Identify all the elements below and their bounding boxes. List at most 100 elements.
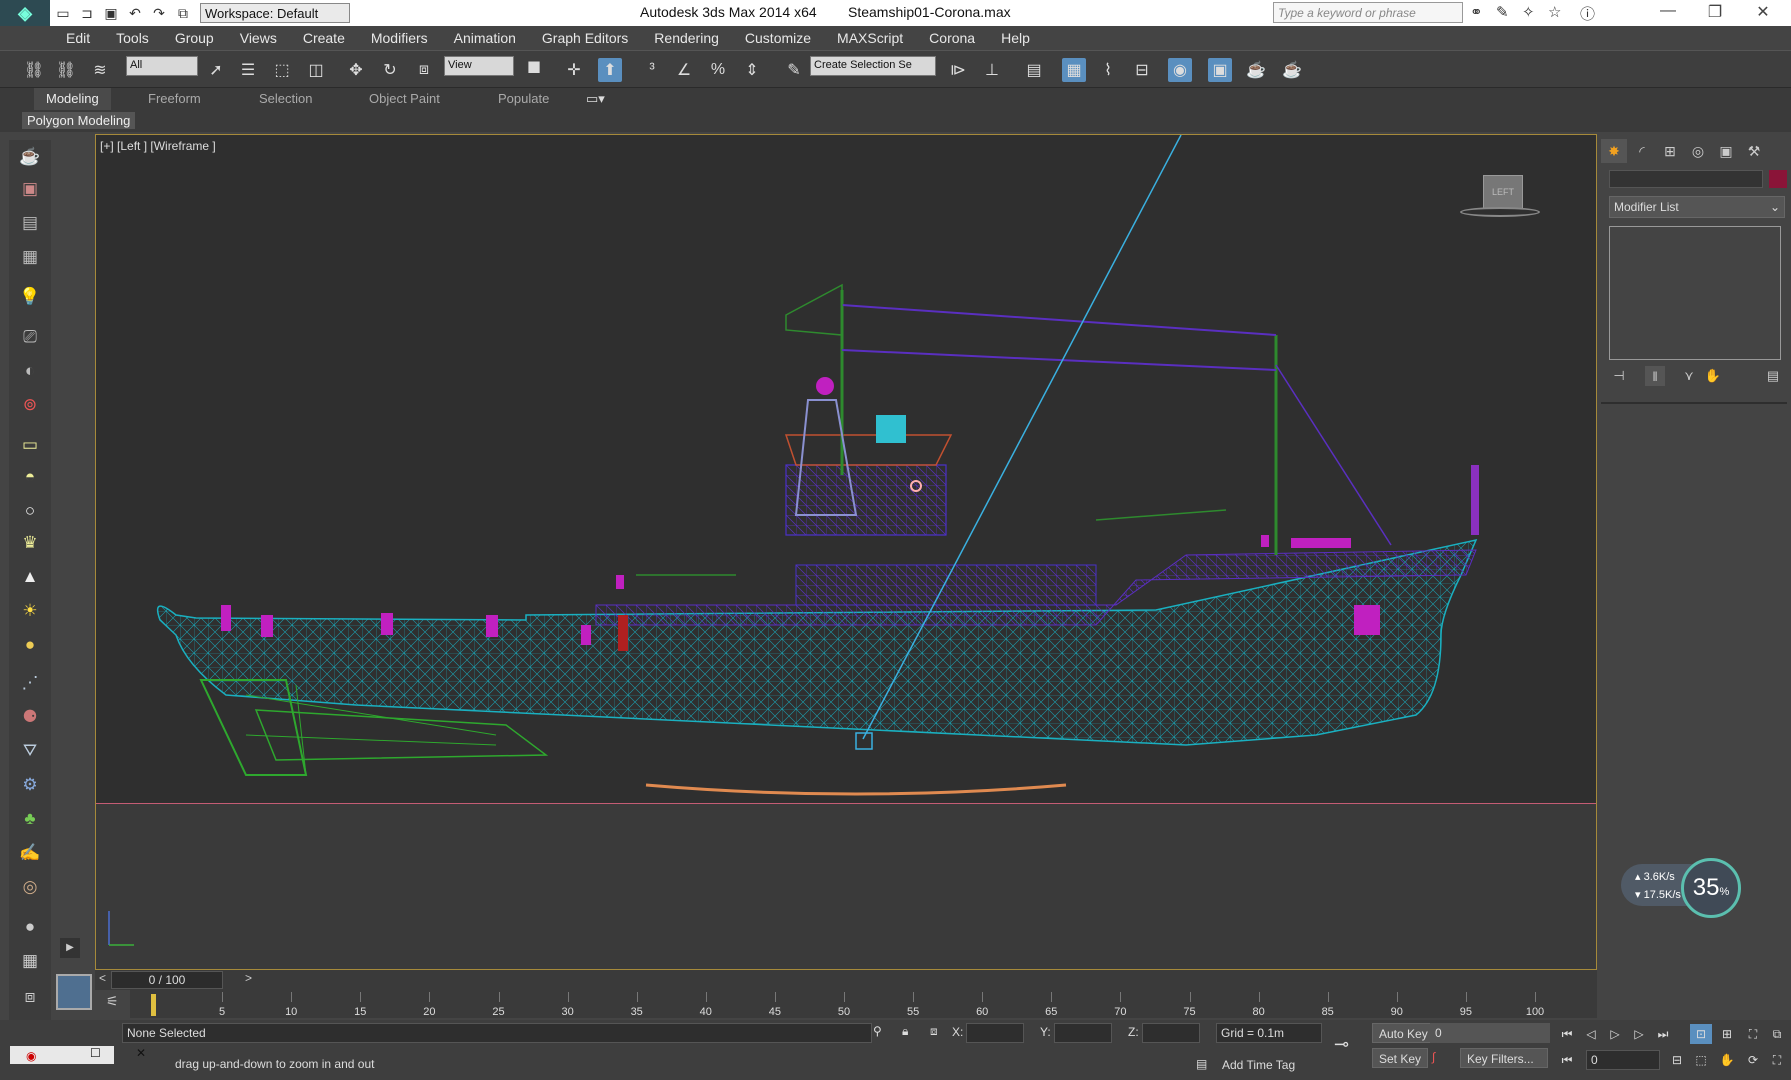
binoculars-icon[interactable]: ⚭ [1470, 3, 1483, 21]
maximize-button[interactable]: ❐ [1700, 2, 1730, 24]
save-icon[interactable]: ▣ [100, 3, 122, 23]
menu-create[interactable]: Create [303, 30, 345, 46]
orbit-icon[interactable]: ⟳ [1742, 1050, 1764, 1070]
play-icon[interactable]: ▷ [1604, 1024, 1626, 1044]
redo-icon[interactable]: ↷ [148, 3, 170, 23]
viewport[interactable]: [+] [Left ] [Wireframe ] LEFT [95, 134, 1597, 970]
maximize-viewport-icon[interactable]: ⛶ [1742, 1024, 1764, 1044]
auto-key-button[interactable]: Auto Key [1372, 1023, 1435, 1043]
close-button[interactable]: ✕ [1748, 2, 1778, 24]
material-ball-icon[interactable]: ● [17, 914, 43, 940]
window-crossing-icon[interactable]: ◫ [304, 58, 328, 82]
time-slider[interactable]: < 0 / 100 > [95, 970, 1597, 990]
viewcube-compass-ring[interactable] [1460, 207, 1540, 217]
light-icon[interactable]: 💡 [17, 284, 43, 310]
list-icon[interactable]: ▤ [17, 210, 43, 236]
gear-icon[interactable]: ⚙ [17, 772, 43, 798]
sphere-light-icon[interactable]: ○ [17, 498, 43, 524]
modifier-stack[interactable] [1609, 226, 1781, 360]
menu-animation[interactable]: Animation [454, 30, 516, 46]
go-to-end-icon[interactable]: ⏭ [1652, 1024, 1674, 1044]
menu-help[interactable]: Help [1001, 30, 1030, 46]
edit-named-selection-icon[interactable]: ✎ [782, 58, 806, 82]
motion-tab-icon[interactable]: ◎ [1685, 139, 1711, 163]
key-filters-button[interactable]: Key Filters... [1460, 1048, 1548, 1068]
subscription-icon[interactable]: ✎ [1496, 3, 1509, 21]
ribbon-options-icon[interactable]: ▭▾ [586, 91, 605, 107]
select-by-name-icon[interactable]: ☰ [236, 58, 260, 82]
isolate-icon[interactable]: ⚲ [873, 1024, 882, 1038]
maximize-toggle-icon[interactable]: ⛶ [1766, 1050, 1788, 1070]
app-logo-icon[interactable]: ◈ [0, 0, 50, 26]
menu-edit[interactable]: Edit [66, 30, 90, 46]
spinner-snap-icon[interactable]: ⇕ [740, 58, 764, 82]
key-mode-dropdown[interactable]: 0 [1430, 1023, 1550, 1043]
menu-customize[interactable]: Customize [745, 30, 811, 46]
scene-explorer-icon[interactable]: ▦ [1062, 58, 1086, 82]
bind-space-warp-icon[interactable]: ≋ [88, 58, 112, 82]
communication-icon[interactable]: ✧ [1522, 3, 1535, 21]
create-tab-icon[interactable]: ✸ [1601, 139, 1627, 163]
dome-light-icon[interactable]: ◓ [17, 464, 43, 490]
time-tag-icon[interactable]: ▤ [1196, 1057, 1207, 1071]
polygon-modeling-button[interactable]: Polygon Modeling [22, 112, 136, 129]
selection-filter-dropdown[interactable]: All [126, 56, 198, 76]
manipulate-icon[interactable]: ✛ [562, 58, 586, 82]
set-key-button[interactable]: Set Key [1372, 1048, 1429, 1068]
teapot-icon[interactable]: ☕ [17, 144, 43, 170]
favorites-star-icon[interactable]: ☆ [1548, 3, 1561, 21]
minimize-button[interactable]: — [1653, 2, 1683, 24]
tab-freeform[interactable]: Freeform [148, 91, 201, 106]
project-folder-icon[interactable]: ⧉ [172, 3, 194, 23]
unlink-icon[interactable]: ⛓ [54, 58, 78, 82]
select-and-rotate-icon[interactable]: ↻ [378, 58, 402, 82]
select-object-icon[interactable]: ➚ [204, 58, 228, 82]
keyboard-shortcut-override-icon[interactable]: ⬆ [598, 58, 622, 82]
prev-frame-arrow-icon[interactable]: < [99, 971, 106, 985]
schematic-view-icon[interactable]: ⊟ [1130, 58, 1154, 82]
plant-icon[interactable]: ♣ [17, 806, 43, 832]
hair-fur-icon[interactable]: ✍ [17, 840, 43, 866]
sun-icon[interactable]: ☀ [17, 598, 43, 624]
ies-light-icon[interactable]: ♛ [17, 530, 43, 556]
previous-frame-icon[interactable]: ◁ [1580, 1024, 1602, 1044]
open-file-icon[interactable]: ⊐ [76, 3, 98, 23]
show-end-result-icon[interactable]: ‖ [1645, 366, 1665, 386]
go-to-start-icon[interactable]: ⏮ [1556, 1024, 1578, 1044]
render-production-icon[interactable]: ☕ [1280, 58, 1304, 82]
menu-tools[interactable]: Tools [116, 30, 149, 46]
reference-coordinate-dropdown[interactable]: View [444, 56, 514, 76]
remove-modifier-icon[interactable]: ✋ [1703, 366, 1723, 386]
menu-rendering[interactable]: Rendering [654, 30, 719, 46]
tab-object-paint[interactable]: Object Paint [369, 91, 440, 106]
curve-editor-icon[interactable]: ⌇ [1096, 58, 1120, 82]
align-icon[interactable]: ⊥ [980, 58, 1004, 82]
add-time-tag-button[interactable]: Add Time Tag [1222, 1058, 1295, 1072]
utility-icon[interactable]: ⧈ [17, 984, 43, 1010]
render-setup-icon[interactable]: ▣ [1208, 58, 1232, 82]
display-tab-icon[interactable]: ▣ [1713, 139, 1739, 163]
particles-icon[interactable]: ⋰ [17, 670, 43, 696]
object-color-swatch[interactable] [1769, 170, 1787, 188]
expand-toolbar-arrow-icon[interactable]: ▶ [60, 938, 80, 958]
z-coordinate-field[interactable] [1142, 1023, 1200, 1043]
absolute-mode-icon[interactable]: ⧈ [930, 1024, 938, 1039]
workspace-dropdown[interactable]: Workspace: Default [200, 3, 350, 23]
pan-hand-icon[interactable]: ✋ [1716, 1050, 1738, 1070]
pivot-center-icon[interactable]: ⯀ [522, 58, 546, 82]
help-icon[interactable]: ⓘ [1580, 3, 1595, 24]
utilities-tab-icon[interactable]: ⚒ [1741, 139, 1767, 163]
table-icon[interactable]: ▦ [17, 244, 43, 270]
hierarchy-tab-icon[interactable]: ⊞ [1657, 139, 1683, 163]
angle-snap-icon[interactable]: ∠ [672, 58, 696, 82]
key-icon[interactable]: ⊸ [1334, 1034, 1349, 1055]
percent-snap-icon[interactable]: % [706, 58, 730, 82]
viewcube[interactable]: LEFT [1483, 175, 1523, 209]
field-of-view-icon[interactable]: ⊟ [1666, 1050, 1688, 1070]
dynamics-icon[interactable]: ⚈ [17, 704, 43, 730]
camera-icon[interactable]: ⎚ [17, 324, 43, 350]
named-selection-dropdown[interactable]: Create Selection Se [810, 56, 936, 76]
sphere-camera-icon[interactable]: ◐ [17, 358, 43, 384]
search-input[interactable]: Type a keyword or phrase [1273, 2, 1463, 23]
minimax-viewport-button[interactable] [56, 974, 92, 1010]
